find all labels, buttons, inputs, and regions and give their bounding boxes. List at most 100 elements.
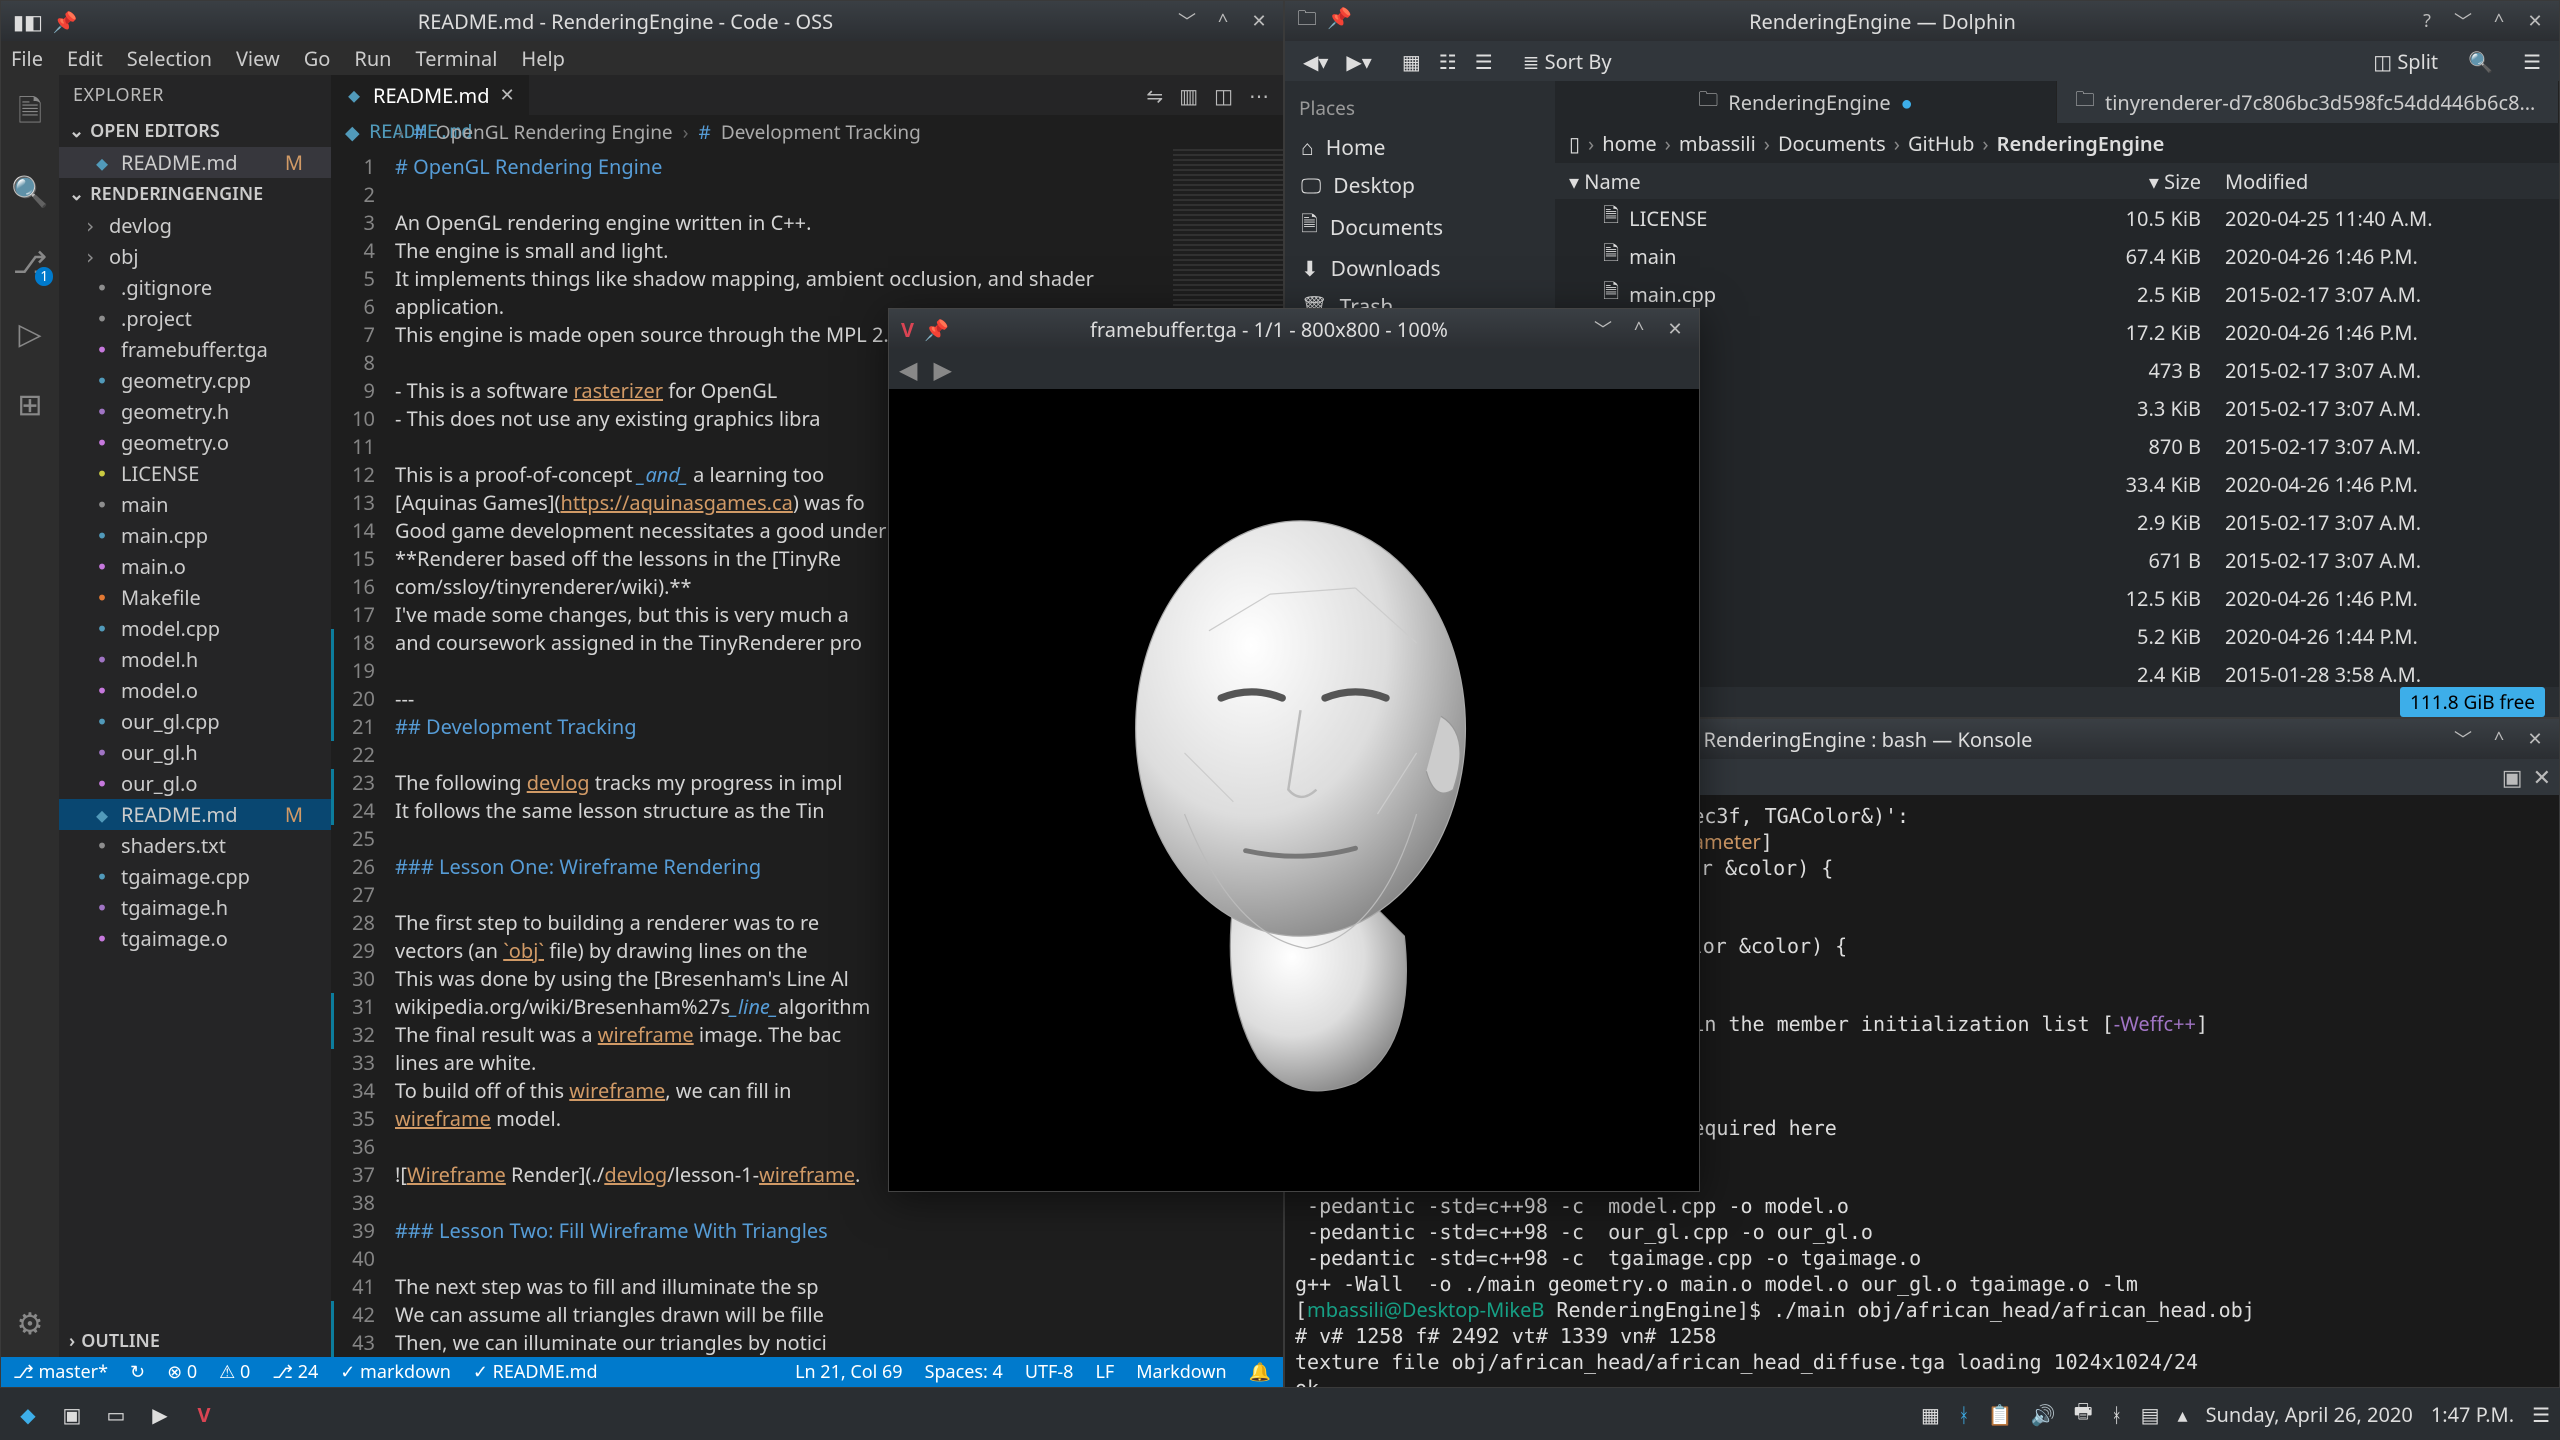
status-file-check[interactable]: ✓ README.md bbox=[473, 1360, 598, 1384]
tree-item[interactable]: •main.o bbox=[59, 551, 331, 582]
iv-min-icon[interactable]: ﹀ bbox=[1591, 317, 1615, 341]
tree-item[interactable]: •tgaimage.o bbox=[59, 923, 331, 954]
pin-icon[interactable]: 📌 bbox=[1327, 4, 1352, 31]
tree-item[interactable]: •main bbox=[59, 489, 331, 520]
split-editor-icon[interactable]: ◫ bbox=[1214, 82, 1233, 109]
tray-expand-icon[interactable]: ▴ bbox=[2178, 1401, 2188, 1428]
file-row[interactable]: 🗎.txt2.4 KiB2015-01-28 3:58 A.M. bbox=[1555, 655, 2559, 687]
tree-item[interactable]: •our_gl.cpp bbox=[59, 706, 331, 737]
help-icon[interactable]: ? bbox=[2415, 9, 2439, 33]
open-editors-header[interactable]: ⌄OPEN EDITORS bbox=[59, 115, 331, 147]
compact-view-icon[interactable]: ☷ bbox=[1431, 44, 1465, 79]
breadcrumb-segment[interactable]: GitHub bbox=[1908, 130, 1974, 157]
place-downloads[interactable]: ⬇Downloads bbox=[1285, 250, 1555, 288]
breadcrumb-segment[interactable]: Documents bbox=[1778, 130, 1886, 157]
settings-gear-icon[interactable]: ⚙ bbox=[17, 1302, 44, 1343]
open-changes-icon[interactable]: ⇋ bbox=[1146, 82, 1163, 109]
menu-run[interactable]: Run bbox=[354, 45, 391, 72]
breadcrumb-segment[interactable]: mbassili bbox=[1679, 130, 1756, 157]
search-icon[interactable]: 🔍 bbox=[11, 170, 48, 211]
dolphin-max-icon[interactable]: ^ bbox=[2487, 9, 2511, 33]
tree-item[interactable]: •model.o bbox=[59, 675, 331, 706]
place-desktop[interactable]: 🖵Desktop bbox=[1285, 167, 1555, 205]
status-position[interactable]: Ln 21, Col 69 bbox=[795, 1360, 903, 1384]
tree-item[interactable]: •model.h bbox=[59, 644, 331, 675]
taskbar-v-icon[interactable]: V bbox=[186, 1396, 222, 1432]
file-row[interactable]: 🗎LICENSE10.5 KiB2020-04-25 11:40 A.M. bbox=[1555, 199, 2559, 237]
debug-icon[interactable]: ▷ bbox=[18, 312, 41, 353]
status-bell-icon[interactable]: 🔔 bbox=[1249, 1360, 1271, 1384]
file-row[interactable]: 🗎main67.4 KiB2020-04-26 1:46 P.M. bbox=[1555, 237, 2559, 275]
iv-prev-icon[interactable]: ◀ bbox=[899, 353, 917, 386]
menu-go[interactable]: Go bbox=[304, 45, 331, 72]
tree-item[interactable]: •framebuffer.tga bbox=[59, 334, 331, 365]
search-button[interactable]: 🔍 bbox=[2460, 44, 2501, 79]
file-row[interactable]: 🗎12.5 KiB2020-04-26 1:46 P.M. bbox=[1555, 579, 2559, 617]
new-tab-icon[interactable]: ▣ bbox=[2502, 762, 2523, 792]
konsole-max-icon[interactable]: ^ bbox=[2487, 727, 2511, 751]
tree-item[interactable]: ›obj bbox=[59, 241, 331, 272]
tray-keep-icon[interactable]: ▦ bbox=[1921, 1401, 1940, 1428]
taskbar-terminal-icon[interactable]: ▣ bbox=[54, 1396, 90, 1432]
file-row[interactable]: 🗎473 B2015-02-17 3:07 A.M. bbox=[1555, 351, 2559, 389]
menu-help[interactable]: Help bbox=[521, 45, 565, 72]
back-button[interactable]: ◀▾ bbox=[1295, 44, 1336, 79]
split-button[interactable]: ◫ Split bbox=[2365, 44, 2446, 79]
clock-date[interactable]: Sunday, April 26, 2020 bbox=[2206, 1401, 2413, 1428]
file-row[interactable]: 🗎671 B2015-02-17 3:07 A.M. bbox=[1555, 541, 2559, 579]
tray-network-icon[interactable]: ▤ bbox=[2141, 1401, 2160, 1428]
project-header[interactable]: ⌄RENDERINGENGINE bbox=[59, 178, 331, 210]
tree-item[interactable]: •LICENSE bbox=[59, 458, 331, 489]
menu-button[interactable]: ☰ bbox=[2515, 44, 2549, 79]
tray-bt2-icon[interactable]: ᚼ bbox=[2111, 1401, 2123, 1428]
tree-item[interactable]: •geometry.h bbox=[59, 396, 331, 427]
menu-selection[interactable]: Selection bbox=[127, 45, 212, 72]
clock-time[interactable]: 1:47 P.M. bbox=[2431, 1401, 2514, 1428]
outline-header[interactable]: ›OUTLINE bbox=[59, 1325, 331, 1357]
konsole-close-icon[interactable]: ✕ bbox=[2523, 727, 2547, 751]
menu-terminal[interactable]: Terminal bbox=[416, 45, 498, 72]
details-view-icon[interactable]: ☰ bbox=[1467, 44, 1501, 79]
forward-button[interactable]: ▶▾ bbox=[1338, 44, 1379, 79]
vscode-min-icon[interactable]: ﹀ bbox=[1175, 9, 1199, 33]
menu-file[interactable]: File bbox=[11, 45, 43, 72]
pin-icon[interactable]: 📌 bbox=[924, 316, 949, 343]
file-row[interactable]: 🗎17.2 KiB2020-04-26 1:46 P.M. bbox=[1555, 313, 2559, 351]
file-row[interactable]: 🗎870 B2015-02-17 3:07 A.M. bbox=[1555, 427, 2559, 465]
dolphin-close-icon[interactable]: ✕ bbox=[2523, 9, 2547, 33]
status-branch[interactable]: ⎇ master* bbox=[13, 1360, 108, 1384]
tray-bluetooth-icon[interactable]: ᚼ bbox=[1958, 1401, 1970, 1428]
file-row[interactable]: 🗎33.4 KiB2020-04-26 1:46 P.M. bbox=[1555, 465, 2559, 503]
sort-by-button[interactable]: ≣ Sort By bbox=[1515, 44, 1620, 79]
status-mode[interactable]: Markdown bbox=[1136, 1360, 1226, 1384]
file-row[interactable]: 🗎p2.9 KiB2015-02-17 3:07 A.M. bbox=[1555, 503, 2559, 541]
breadcrumbs[interactable]: ◆README.md›#OpenGL Rendering Engine›#Dev… bbox=[331, 115, 1283, 149]
dolphin-tab[interactable]: 🗀tinyrenderer-d7c806bc3d598fc54dd446b6c8… bbox=[2057, 81, 2559, 123]
preview-icon[interactable]: ▥ bbox=[1179, 82, 1198, 109]
tray-printer-icon[interactable]: 🖶 bbox=[2074, 1397, 2093, 1431]
vscode-close-icon[interactable]: ✕ bbox=[1247, 9, 1271, 33]
status-sync-icon[interactable]: ↻ bbox=[130, 1360, 145, 1384]
status-encoding[interactable]: UTF-8 bbox=[1025, 1360, 1074, 1384]
taskbar-panel-icon[interactable]: ▭ bbox=[98, 1396, 134, 1432]
tree-item[interactable]: •geometry.cpp bbox=[59, 365, 331, 396]
tree-item[interactable]: •shaders.txt bbox=[59, 830, 331, 861]
status-lang-check[interactable]: ✓ markdown bbox=[340, 1360, 451, 1384]
vscode-max-icon[interactable]: ^ bbox=[1211, 9, 1235, 33]
iv-canvas[interactable] bbox=[889, 389, 1699, 1191]
tab-close-icon[interactable]: ✕ bbox=[500, 83, 515, 107]
close-tab-icon[interactable]: ✕ bbox=[2533, 762, 2551, 792]
tree-item[interactable]: •main.cpp bbox=[59, 520, 331, 551]
tree-item[interactable]: •Makefile bbox=[59, 582, 331, 613]
place-documents[interactable]: 🗎Documents bbox=[1285, 205, 1555, 250]
iv-max-icon[interactable]: ^ bbox=[1627, 317, 1651, 341]
dolphin-breadcrumbs[interactable]: ▯›home›mbassili›Documents›GitHub›Renderi… bbox=[1555, 123, 2559, 163]
tree-item[interactable]: ◆README.mdM bbox=[59, 799, 331, 830]
tree-item[interactable]: •.project bbox=[59, 303, 331, 334]
place-home[interactable]: ⌂Home bbox=[1285, 129, 1555, 167]
menu-view[interactable]: View bbox=[236, 45, 280, 72]
tree-item[interactable]: •model.cpp bbox=[59, 613, 331, 644]
icons-view-icon[interactable]: ▦ bbox=[1394, 44, 1429, 79]
menu-edit[interactable]: Edit bbox=[67, 45, 103, 72]
dolphin-tab[interactable]: 🗀RenderingEngine● bbox=[1555, 81, 2057, 123]
